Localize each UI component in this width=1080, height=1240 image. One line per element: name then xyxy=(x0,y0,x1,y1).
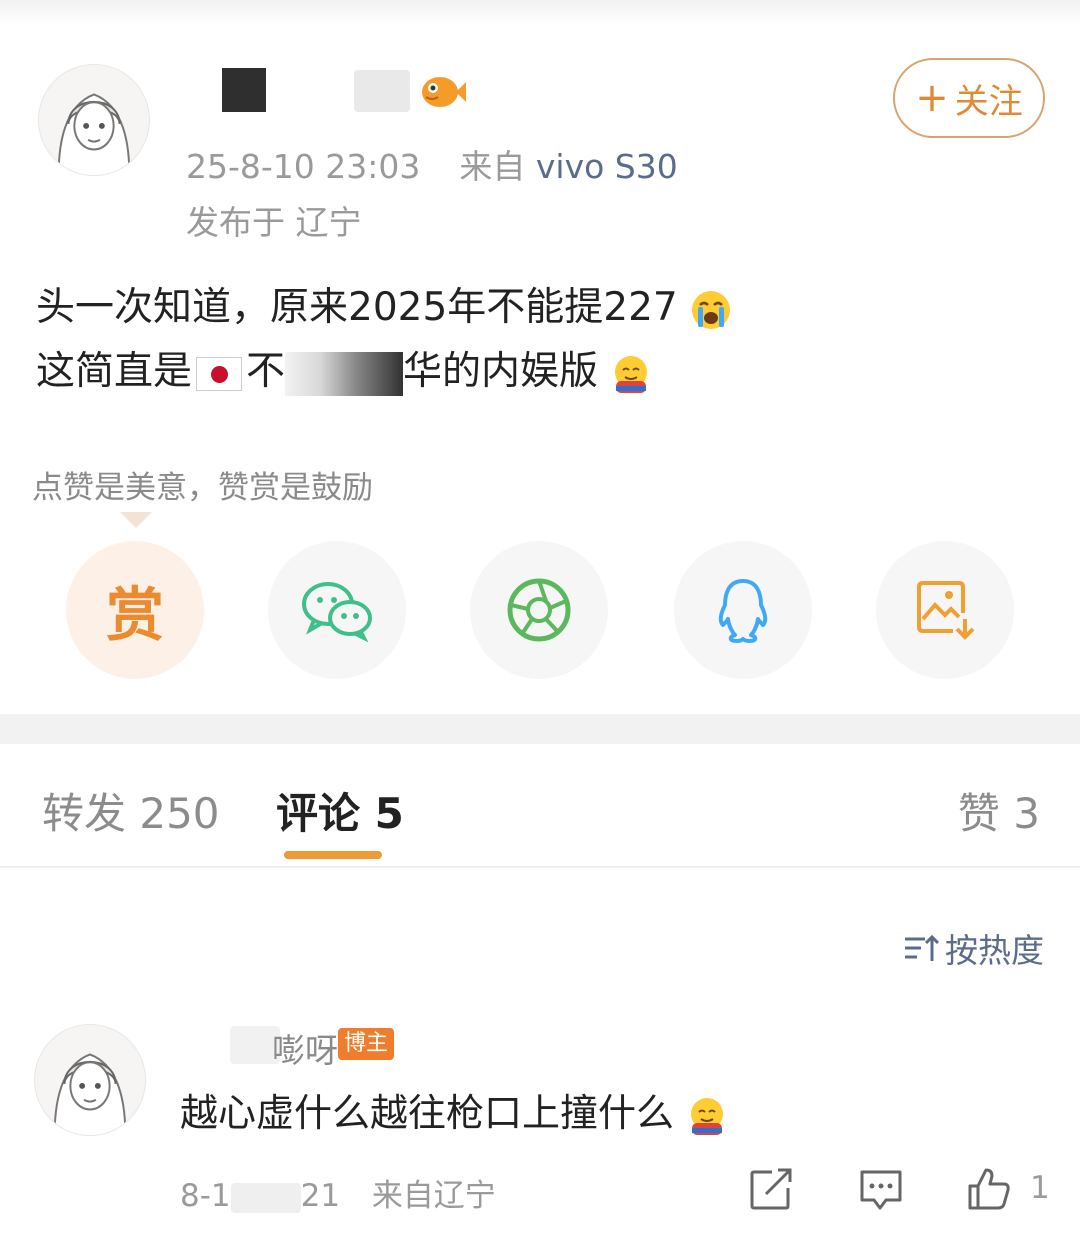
section-divider xyxy=(0,714,1080,744)
reply-comment-icon[interactable] xyxy=(858,1166,904,1212)
comment-location: 来自辽宁 xyxy=(371,1178,496,1214)
repost-comment-icon[interactable] xyxy=(748,1166,794,1212)
comment-body: 越心虚什么越往枪口上撞什么 xyxy=(180,1091,675,1135)
reward-tip: 点赞是美意，赞赏是鼓励 xyxy=(32,470,373,506)
comment-meta: 8-1 21 来自辽宁 xyxy=(180,1170,496,1215)
author-avatar[interactable] xyxy=(38,64,150,176)
post-text-2c: 华的内娱版 xyxy=(403,349,599,394)
post-text-line-1: 头一次知道，原来2025年不能提227 xyxy=(36,276,732,332)
tabs-divider xyxy=(0,866,1080,868)
reward-label: 赏 xyxy=(105,581,164,649)
post-source-prefix: 来自 xyxy=(459,147,526,186)
moments-icon xyxy=(507,578,571,642)
japan-flag-icon xyxy=(196,356,243,391)
wechat-icon xyxy=(302,582,372,642)
avatar-illustration xyxy=(35,1025,145,1135)
like-thumb-icon[interactable] xyxy=(966,1166,1012,1212)
tab-repost[interactable]: 转发 250 xyxy=(42,780,220,841)
hugging-face-emoji-icon xyxy=(691,1097,724,1135)
crying-face-emoji-icon xyxy=(692,290,731,329)
post-timestamp: 25-8-10 23:03 xyxy=(186,147,421,186)
tab-likes[interactable]: 赞 3 xyxy=(958,780,1040,841)
sort-label: 按热度 xyxy=(945,931,1044,970)
commenter-avatar[interactable] xyxy=(34,1024,146,1136)
qq-icon xyxy=(718,579,768,643)
comment-text: 越心虚什么越往枪口上撞什么 xyxy=(180,1082,728,1137)
author-name-redacted xyxy=(222,68,266,112)
share-qq-button[interactable] xyxy=(674,541,812,679)
post-text-1: 头一次知道，原来2025年不能提227 xyxy=(36,285,678,330)
plus-icon: + xyxy=(915,75,949,121)
top-edge xyxy=(0,0,1080,26)
commenter-name[interactable]: 嘭呀 xyxy=(272,1024,338,1072)
avatar-illustration xyxy=(39,65,149,175)
redacted-text xyxy=(285,351,404,396)
redacted-time xyxy=(230,1182,301,1213)
like-count: 1 xyxy=(1030,1170,1050,1206)
post-text-2a: 这简直是 xyxy=(36,349,193,394)
active-tab-indicator xyxy=(284,851,382,859)
hugging-face-emoji-icon xyxy=(615,355,648,393)
tab-comments[interactable]: 评论 5 xyxy=(276,780,404,841)
sort-icon xyxy=(905,934,939,961)
fish-badge-icon xyxy=(422,77,466,107)
post-device[interactable]: vivo S30 xyxy=(536,147,678,186)
author-badge: 博主 xyxy=(338,1028,395,1060)
sort-button[interactable]: 按热度 xyxy=(903,924,1044,972)
follow-label: 关注 xyxy=(954,81,1023,122)
post-location: 发布于 辽宁 xyxy=(186,203,362,242)
comment-date-partial: 8-1 xyxy=(180,1178,231,1214)
comment-time-partial: 21 xyxy=(300,1178,341,1214)
post-text-2b: 不 xyxy=(246,349,286,394)
share-moments-button[interactable] xyxy=(470,541,608,679)
save-image-button[interactable] xyxy=(876,541,1014,679)
reward-button[interactable]: 赏 xyxy=(66,541,204,679)
post-meta: 25-8-10 23:03 来自 vivo S30 xyxy=(186,140,678,188)
tip-pointer xyxy=(120,512,152,528)
post-text-line-2: 这简直是 不 华的内娱版 xyxy=(36,340,652,396)
share-wechat-button[interactable] xyxy=(268,541,406,679)
author-name-redacted-2 xyxy=(354,70,410,112)
save-image-icon xyxy=(917,581,975,640)
follow-button[interactable]: + 关注 xyxy=(893,58,1045,138)
